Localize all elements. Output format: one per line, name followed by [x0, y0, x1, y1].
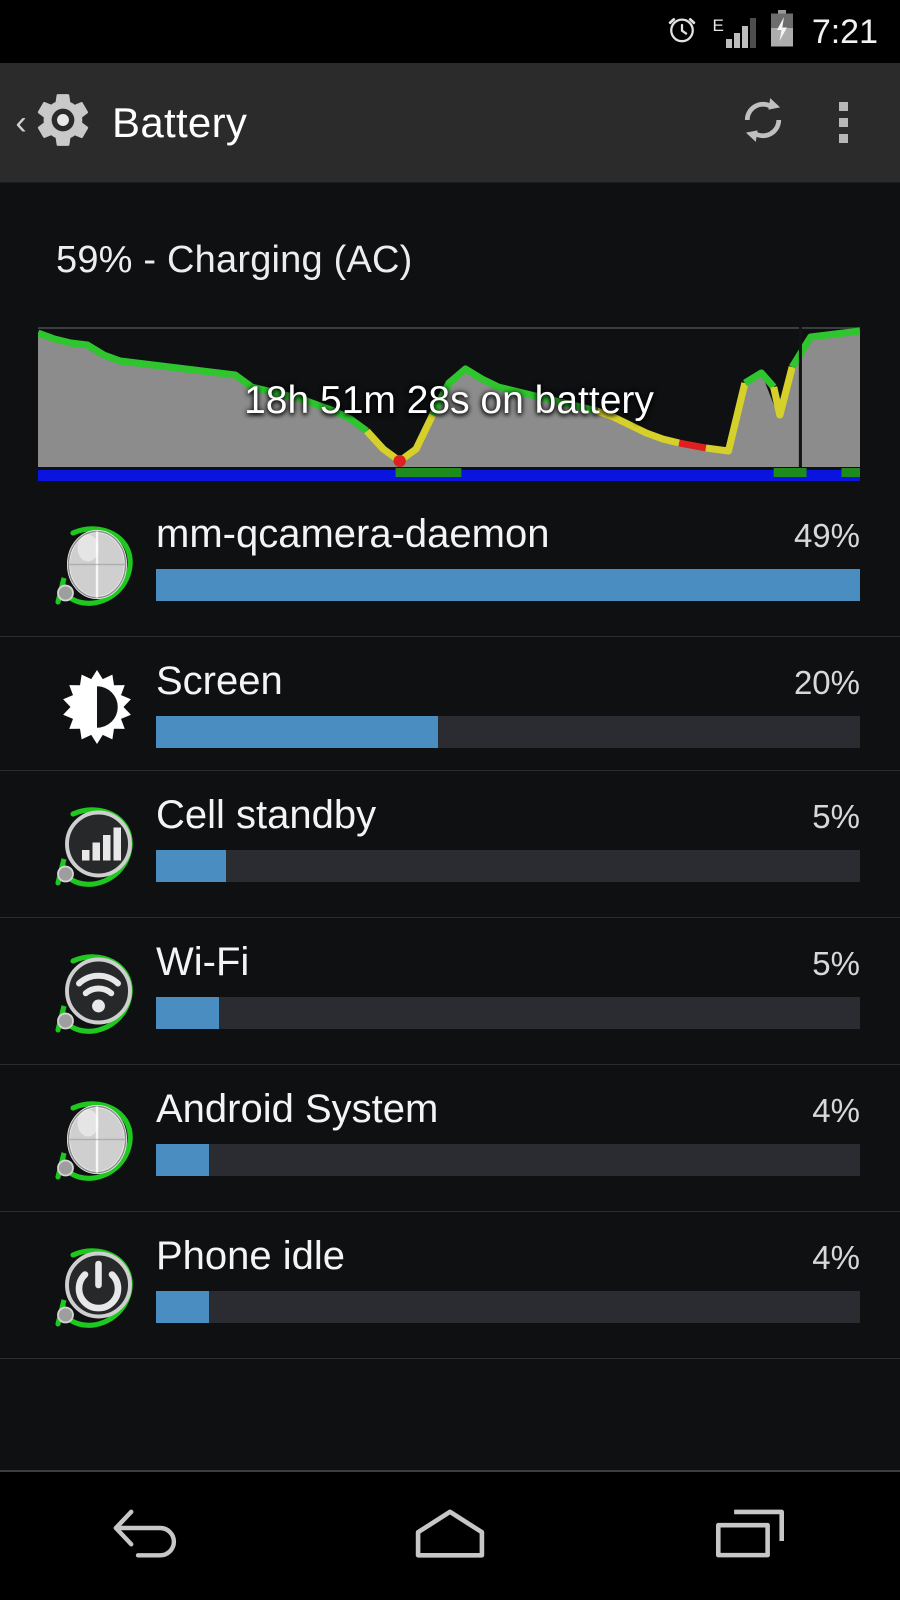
- battery-history-graph[interactable]: 18h 51m 28s on battery: [38, 327, 860, 482]
- usage-bar-track: [156, 850, 860, 882]
- usage-bar-track: [156, 569, 860, 601]
- graph-event-stripes: [38, 468, 860, 481]
- usage-bar-fill: [156, 569, 860, 601]
- usage-item-label: Screen: [156, 659, 283, 703]
- usage-row-body: Screen 20%: [156, 659, 860, 748]
- usage-row-screen[interactable]: Screen 20%: [0, 637, 900, 771]
- screen-brightness-icon: [38, 659, 156, 745]
- refresh-button[interactable]: [718, 93, 808, 152]
- battery-content: 59% - Charging (AC) 18h 51m 28s on batte…: [0, 183, 900, 1470]
- back-arrow-icon: [109, 1505, 191, 1568]
- usage-item-label: Phone idle: [156, 1234, 346, 1278]
- usage-row-body: Cell standby 5%: [156, 793, 860, 882]
- action-bar: ‹ Battery: [0, 63, 900, 183]
- nav-recents-button[interactable]: [660, 1472, 840, 1600]
- usage-bar-fill: [156, 716, 438, 748]
- overflow-menu-button[interactable]: [808, 102, 878, 143]
- android-system-icon: [38, 1087, 156, 1189]
- refresh-icon: [736, 93, 790, 152]
- usage-row-header: Cell standby 5%: [156, 793, 860, 838]
- recent-apps-icon: [713, 1507, 787, 1566]
- network-type-label: E: [712, 15, 724, 35]
- usage-bar-track: [156, 716, 860, 748]
- network-signal-group: E: [712, 15, 756, 48]
- status-bar-icons: E 7:21: [665, 10, 878, 53]
- usage-row-header: Phone idle 4%: [156, 1234, 860, 1279]
- usage-bar-fill: [156, 997, 220, 1029]
- usage-row-android-system[interactable]: Android System 4%: [0, 1065, 900, 1212]
- settings-gear-icon[interactable]: [32, 89, 94, 156]
- usage-row-header: Screen 20%: [156, 659, 860, 704]
- usage-item-percent: 4%: [812, 1239, 860, 1276]
- usage-bar-fill: [156, 1144, 209, 1176]
- usage-row-body: Phone idle 4%: [156, 1234, 860, 1323]
- usage-item-percent: 20%: [793, 664, 860, 701]
- usage-row-header: Wi-Fi 5%: [156, 940, 860, 985]
- camera-app-icon: [38, 512, 156, 614]
- usage-item-label: Cell standby: [156, 793, 377, 837]
- system-navigation-bar: [0, 1470, 900, 1600]
- wifi-icon: [38, 940, 156, 1042]
- usage-row-cell-standby[interactable]: Cell standby 5%: [0, 771, 900, 918]
- nav-back-button[interactable]: [60, 1472, 240, 1600]
- page-title: Battery: [112, 98, 248, 146]
- battery-settings-screen: E 7:21 ‹ Battery 59% - Charging (AC) 18h…: [0, 0, 900, 1600]
- usage-bar-track: [156, 1291, 860, 1323]
- back-chevron-icon[interactable]: ‹: [10, 106, 32, 140]
- status-bar-clock: 7:21: [811, 12, 878, 51]
- nav-home-button[interactable]: [360, 1472, 540, 1600]
- usage-bar-fill: [156, 850, 227, 882]
- usage-row-wi-fi[interactable]: Wi-Fi 5%: [0, 918, 900, 1065]
- usage-row-header: Android System 4%: [156, 1087, 860, 1132]
- usage-row-body: Wi-Fi 5%: [156, 940, 860, 1029]
- usage-item-percent: 5%: [812, 798, 860, 835]
- usage-row-header: mm-qcamera-daemon 49%: [156, 512, 860, 557]
- status-bar: E 7:21: [0, 0, 900, 63]
- usage-item-percent: 49%: [793, 517, 860, 554]
- battery-level-chart: [38, 327, 860, 467]
- battery-status-text: 59% - Charging (AC): [56, 239, 413, 281]
- usage-item-percent: 5%: [812, 945, 860, 982]
- home-icon: [411, 1507, 489, 1566]
- usage-row-body: mm-qcamera-daemon 49%: [156, 512, 860, 601]
- overflow-menu-icon: [838, 102, 848, 143]
- usage-item-label: Wi-Fi: [156, 940, 250, 984]
- usage-bar-track: [156, 1144, 860, 1176]
- battery-usage-list: mm-qcamera-daemon 49% Screen 20% Cell st…: [0, 490, 900, 1359]
- usage-bar-fill: [156, 1291, 209, 1323]
- usage-bar-track: [156, 997, 860, 1029]
- alarm-clock-icon: [665, 12, 699, 51]
- usage-row-phone-idle[interactable]: Phone idle 4%: [0, 1212, 900, 1359]
- usage-row-body: Android System 4%: [156, 1087, 860, 1176]
- signal-bars-icon: [725, 16, 756, 48]
- battery-charging-icon: [769, 10, 795, 53]
- usage-row-mm-qcamera-daemon[interactable]: mm-qcamera-daemon 49%: [0, 490, 900, 637]
- usage-item-percent: 4%: [812, 1092, 860, 1129]
- usage-item-label: mm-qcamera-daemon: [156, 512, 550, 556]
- usage-item-label: Android System: [156, 1087, 439, 1131]
- power-idle-icon: [38, 1234, 156, 1336]
- cell-signal-icon: [38, 793, 156, 895]
